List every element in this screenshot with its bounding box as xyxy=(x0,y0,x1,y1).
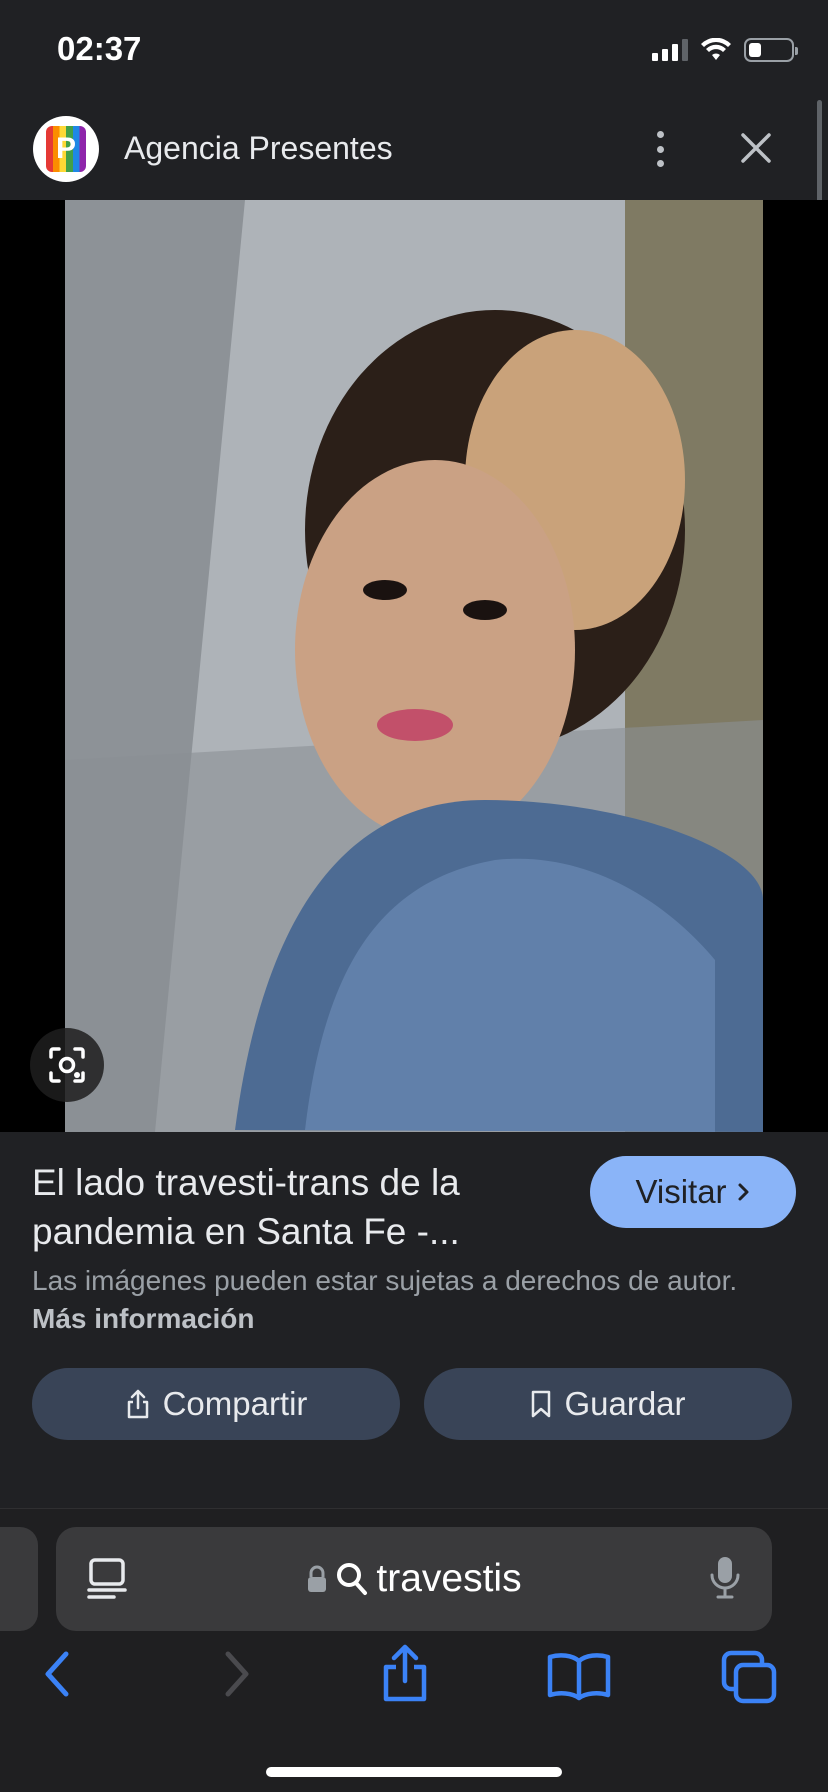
back-icon[interactable] xyxy=(40,1649,74,1699)
logo-letter: P xyxy=(46,126,86,172)
browser-toolbar: travestis xyxy=(0,1508,828,1792)
lock-icon xyxy=(308,1565,327,1592)
site-name[interactable]: Agencia Presentes xyxy=(124,130,393,167)
more-vert-icon[interactable] xyxy=(648,127,672,171)
mic-icon[interactable] xyxy=(708,1555,742,1601)
forward-icon[interactable] xyxy=(220,1649,254,1699)
share-page-icon[interactable] xyxy=(378,1643,432,1703)
address-bar[interactable]: travestis xyxy=(56,1527,772,1631)
result-title[interactable]: El lado travesti-trans de la pandemia en… xyxy=(32,1158,552,1256)
status-bar: 02:37 xyxy=(0,0,828,100)
image-preview xyxy=(0,200,828,1132)
copyright-notice: Las imágenes pueden estar sujetas a dere… xyxy=(32,1262,772,1338)
home-indicator[interactable] xyxy=(266,1767,562,1777)
address-text: travestis xyxy=(56,1557,772,1601)
share-icon xyxy=(127,1389,148,1419)
lens-icon xyxy=(49,1047,85,1083)
search-query: travestis xyxy=(376,1557,522,1600)
wifi-icon xyxy=(701,38,731,60)
save-label: Guardar xyxy=(564,1385,686,1422)
status-time: 02:37 xyxy=(57,30,142,67)
lens-button[interactable] xyxy=(30,1028,104,1102)
chevron-right-icon xyxy=(738,1183,749,1201)
more-info-link[interactable]: Más información xyxy=(32,1303,254,1334)
search-icon xyxy=(337,1563,368,1595)
visit-label: Visitar xyxy=(635,1173,727,1210)
bookmarks-icon[interactable] xyxy=(546,1651,612,1701)
preview-photo[interactable] xyxy=(65,200,763,1132)
close-icon[interactable] xyxy=(738,130,774,166)
photo-placeholder xyxy=(65,200,763,1132)
previous-tab-preview[interactable] xyxy=(0,1527,38,1631)
visit-button[interactable]: Visitar xyxy=(590,1156,796,1228)
bookmark-icon xyxy=(532,1390,551,1418)
battery-icon xyxy=(744,38,798,62)
save-button[interactable]: Guardar xyxy=(424,1368,792,1440)
signal-icon xyxy=(652,39,688,61)
copyright-text: Las imágenes pueden estar sujetas a dere… xyxy=(32,1265,738,1296)
source-header: P Agencia Presentes xyxy=(0,100,828,200)
site-logo[interactable]: P xyxy=(33,116,99,182)
tabs-icon[interactable] xyxy=(720,1649,780,1705)
share-button[interactable]: Compartir xyxy=(32,1368,400,1440)
status-icons xyxy=(652,36,798,64)
share-label: Compartir xyxy=(162,1385,308,1422)
